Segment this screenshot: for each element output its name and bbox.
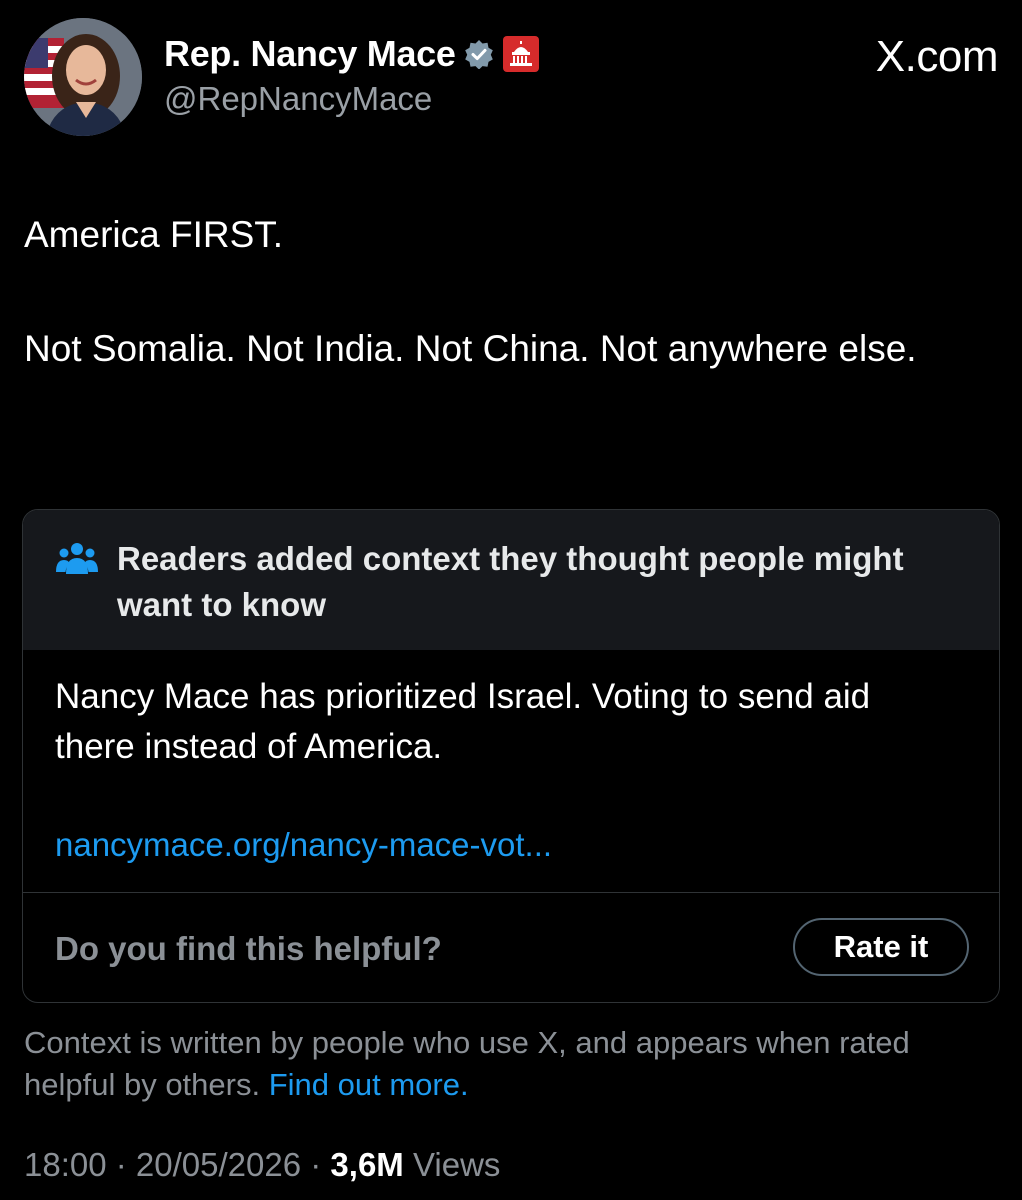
community-note: Readers added context they thought peopl… [22,509,1000,1003]
find-out-more-link[interactable]: Find out more. [269,1067,469,1102]
avatar-image [24,18,142,136]
tweet-text: America FIRST. Not Somalia. Not India. N… [24,208,924,376]
author-name-row: Rep. Nancy Mace [164,32,540,76]
community-note-title: Readers added context they thought peopl… [117,540,904,623]
community-note-header: Readers added context they thought peopl… [23,510,999,650]
views-count[interactable]: 3,6M [330,1146,403,1183]
avatar[interactable] [24,18,142,136]
tweet-date[interactable]: 20/05/2026 [136,1146,301,1183]
author-info[interactable]: Rep. Nancy Mace @RepNancyMace [164,32,540,118]
context-footer: Context is written by people who use X, … [24,1022,984,1106]
people-group-icon [55,540,99,583]
community-note-source-link[interactable]: nancymace.org/nancy-mace-vot... [55,826,552,864]
rate-it-button[interactable]: Rate it [793,918,969,976]
meta-separator: · [301,1146,331,1183]
display-name[interactable]: Rep. Nancy Mace [164,33,456,75]
views-label: Views [412,1146,501,1183]
meta-separator: · [106,1146,136,1183]
divider [23,892,999,893]
author-handle[interactable]: @RepNancyMace [164,80,540,118]
site-label: X.com [875,32,999,81]
tweet-paragraph: America FIRST. [24,214,284,255]
community-note-body: Nancy Mace has prioritized Israel. Votin… [55,677,871,766]
capitol-building-icon [502,35,540,73]
tweet-header: Rep. Nancy Mace @RepNancyMace X.com [24,18,999,138]
helpful-question: Do you find this helpful? [55,930,442,967]
verified-badge-icon [464,39,494,69]
tweet-time[interactable]: 18:00 [24,1146,107,1183]
tweet-meta: 18:00 · 20/05/2026 · 3,6M Views [24,1146,500,1184]
tweet-paragraph: Not Somalia. Not India. Not China. Not a… [24,328,917,369]
